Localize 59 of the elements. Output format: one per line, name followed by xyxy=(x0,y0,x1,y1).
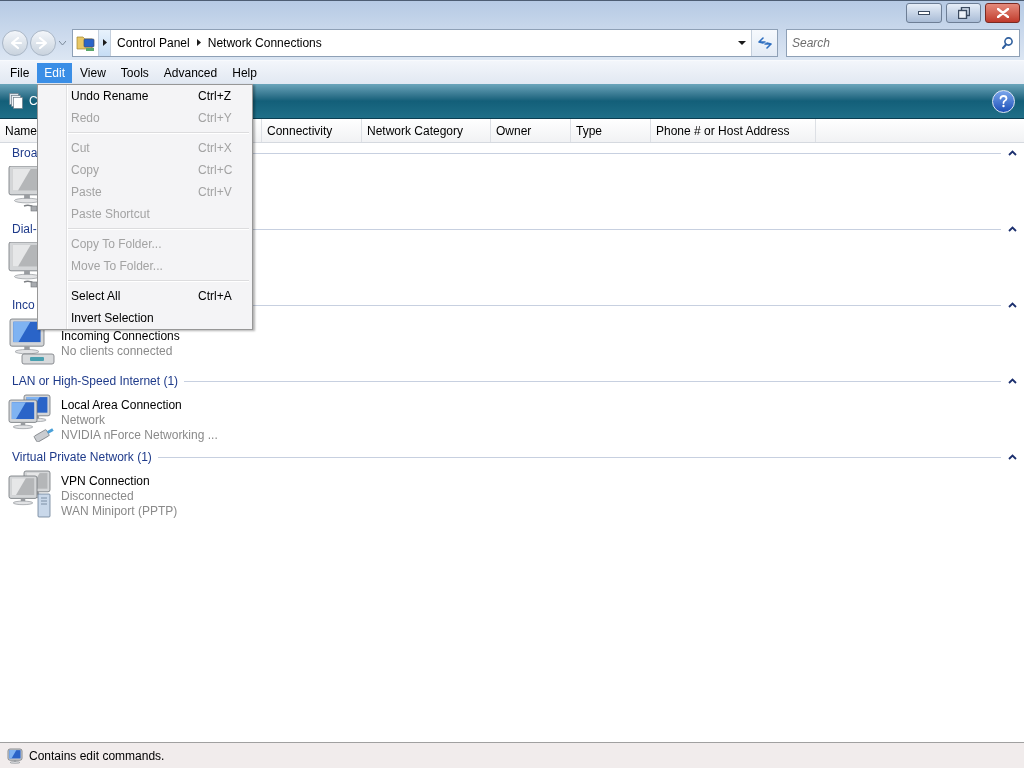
column-header[interactable]: Phone # or Host Address xyxy=(651,119,816,142)
status-text: Contains edit commands. xyxy=(29,747,165,765)
search-field[interactable]: Search xyxy=(786,28,1020,57)
column-header[interactable]: Name xyxy=(0,119,37,142)
search-icon[interactable] xyxy=(1002,36,1013,49)
caret-right-icon xyxy=(102,39,107,46)
connection-detail: Network xyxy=(61,412,106,428)
arrow-right-icon xyxy=(36,35,50,50)
question-mark-icon xyxy=(999,94,1008,108)
group-title: Virtual Private Network (1) xyxy=(12,449,152,466)
restore-icon xyxy=(957,7,970,19)
address-bar[interactable]: Control Panel Network Connections xyxy=(72,28,778,57)
caret-down-icon xyxy=(59,40,66,45)
menu-bar-item[interactable]: Tools xyxy=(113,62,156,83)
chevron-up-icon[interactable] xyxy=(1008,302,1017,308)
group-title: Dial- xyxy=(12,221,37,238)
chevron-up-icon[interactable] xyxy=(1008,150,1017,156)
column-header[interactable]: Network Category xyxy=(362,119,491,142)
menu-item[interactable]: Invert Selection xyxy=(38,307,252,329)
connection-detail: WAN Miniport (PPTP) xyxy=(61,503,178,519)
help-button[interactable] xyxy=(992,89,1015,113)
pages-icon xyxy=(9,93,24,109)
minimize-button[interactable] xyxy=(906,3,942,23)
network-folder-icon xyxy=(75,33,96,52)
toolbar-button[interactable]: C xyxy=(9,89,38,113)
refresh-button[interactable] xyxy=(751,29,777,56)
caret-right-icon xyxy=(196,39,201,46)
refresh-icon xyxy=(757,35,772,50)
connection-name: Local Area Connection xyxy=(61,397,183,413)
menu-bar-item[interactable]: Help xyxy=(225,62,264,83)
breadcrumb-item[interactable]: Network Connections xyxy=(202,32,327,53)
column-header[interactable]: Type xyxy=(571,119,651,142)
menu-bar-item[interactable]: File xyxy=(3,62,37,83)
menu-item[interactable]: Undo Rename Ctrl+Z xyxy=(38,85,252,107)
group-title: Inco xyxy=(12,297,35,314)
column-header[interactable]: Owner xyxy=(491,119,571,142)
connection-detail: Disconnected xyxy=(61,488,135,504)
connection-detail: No clients connected xyxy=(61,344,174,359)
minimize-icon xyxy=(918,11,930,15)
group-title: LAN or High-Speed Internet (1) xyxy=(12,373,179,390)
close-button[interactable] xyxy=(985,3,1020,23)
menu-item[interactable]: Select All Ctrl+A xyxy=(38,285,252,307)
menu-bar-item[interactable]: View xyxy=(73,62,113,83)
restore-button[interactable] xyxy=(946,3,981,23)
menu-bar-item[interactable]: Advanced xyxy=(156,62,225,83)
network-computers-icon xyxy=(8,394,56,442)
computer-icon xyxy=(7,747,23,764)
group-title: Broa xyxy=(12,145,38,162)
caret-down-icon[interactable] xyxy=(738,40,746,45)
column-header[interactable]: Connectivity xyxy=(262,119,362,142)
chevron-up-icon[interactable] xyxy=(1008,454,1017,460)
connection-name: Incoming Connections xyxy=(61,329,180,344)
connection-detail: NVIDIA nForce Networking ... xyxy=(61,427,218,443)
close-icon xyxy=(996,8,1009,18)
arrow-left-icon xyxy=(8,35,22,50)
breadcrumb-item[interactable]: Control Panel xyxy=(112,32,195,53)
connection-name: VPN Connection xyxy=(61,473,151,489)
chevron-up-icon[interactable] xyxy=(1008,378,1017,384)
chevron-up-icon[interactable] xyxy=(1008,226,1017,232)
